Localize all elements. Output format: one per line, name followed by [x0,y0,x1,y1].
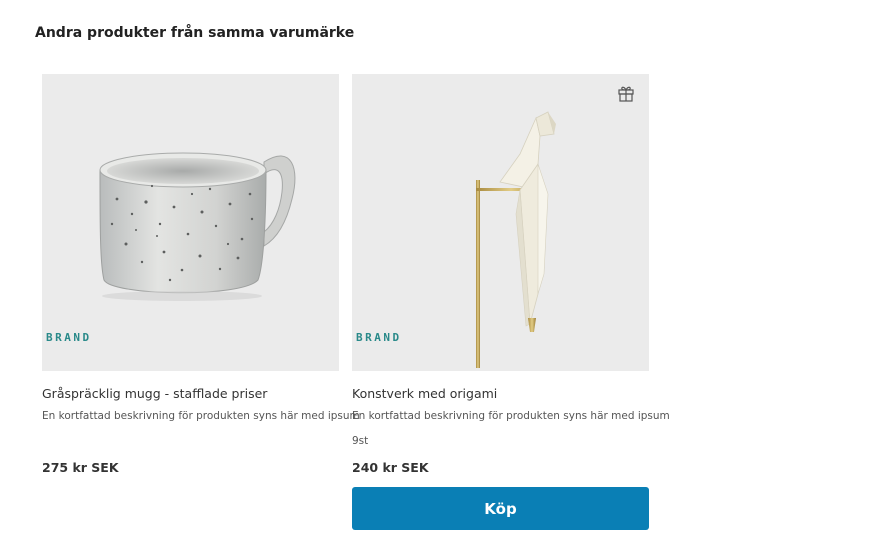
product-image[interactable]: BRAND [352,74,649,371]
buy-button[interactable]: Köp [352,487,649,530]
brand-logo: BRAND [356,331,402,344]
product-image[interactable]: BRAND [42,74,339,371]
speckled-mug-image [99,152,296,301]
stock-count: 9st [352,435,369,447]
product-card[interactable]: BRAND Gråspräcklig mugg - stafflade pris… [42,74,360,475]
product-price: 240 kr SEK [352,460,429,475]
brand-logo: BRAND [46,331,92,344]
product-name[interactable]: Konstverk med origami [352,386,497,401]
product-card[interactable]: BRAND Konstverk med origami En kortfatta… [352,74,670,530]
product-description: En kortfattad beskrivning för produkten … [352,410,670,422]
gift-icon[interactable] [617,84,635,102]
product-name[interactable]: Gråspräcklig mugg - stafflade priser [42,386,267,401]
origami-bird-lamp-image [476,111,556,368]
product-description: En kortfattad beskrivning för produkten … [42,410,360,422]
product-price: 275 kr SEK [42,460,119,475]
section-title: Andra produkter från samma varumärke [35,25,355,41]
